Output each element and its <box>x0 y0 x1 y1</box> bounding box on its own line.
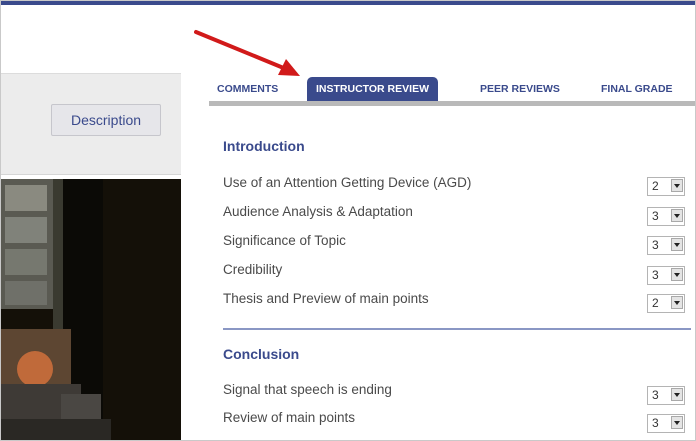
score-select[interactable]: 3 <box>647 266 685 285</box>
left-panel: Description <box>1 73 181 440</box>
dropdown-arrow-icon[interactable] <box>671 179 683 192</box>
score-select[interactable]: 3 <box>647 386 685 405</box>
criterion-label: Review of main points <box>223 410 356 425</box>
review-tabs: COMMENTS INSTRUCTOR REVIEW PEER REVIEWS … <box>209 77 695 101</box>
score-select[interactable]: 3 <box>647 236 685 255</box>
score-select[interactable]: 3 <box>647 414 685 433</box>
description-button[interactable]: Description <box>51 104 161 136</box>
section-title-introduction: Introduction <box>223 138 305 154</box>
dropdown-arrow-icon[interactable] <box>671 416 683 429</box>
tab-peer-reviews[interactable]: PEER REVIEWS <box>480 77 560 101</box>
dropdown-arrow-icon[interactable] <box>671 238 683 251</box>
criterion-label: Credibility <box>223 262 283 277</box>
dropdown-arrow-icon[interactable] <box>671 209 683 222</box>
tab-underline <box>209 101 695 106</box>
criterion-label: Use of an Attention Getting Device (AGD) <box>223 175 472 190</box>
screenshot-frame: Description COMMENTS INSTRUCTOR REVIEW P… <box>0 0 696 441</box>
dropdown-arrow-icon[interactable] <box>671 268 683 281</box>
section-title-conclusion: Conclusion <box>223 346 300 362</box>
criterion-label: Thesis and Preview of main points <box>223 291 429 306</box>
score-select[interactable]: 2 <box>647 177 685 196</box>
section-divider <box>223 328 691 330</box>
criterion-label: Signal that speech is ending <box>223 382 392 397</box>
tab-instructor-review[interactable]: INSTRUCTOR REVIEW <box>307 77 438 101</box>
video-frame <box>1 179 181 440</box>
score-select[interactable]: 2 <box>647 294 685 313</box>
dropdown-arrow-icon[interactable] <box>671 296 683 309</box>
tab-comments[interactable]: COMMENTS <box>217 77 278 101</box>
criterion-label: Significance of Topic <box>223 233 346 248</box>
tab-final-grade[interactable]: FINAL GRADE <box>601 77 673 101</box>
score-select[interactable]: 3 <box>647 207 685 226</box>
criterion-label: Audience Analysis & Adaptation <box>223 204 413 219</box>
top-bar <box>1 1 695 5</box>
dropdown-arrow-icon[interactable] <box>671 388 683 401</box>
video-player[interactable] <box>1 179 181 440</box>
description-area: Description <box>1 73 181 175</box>
